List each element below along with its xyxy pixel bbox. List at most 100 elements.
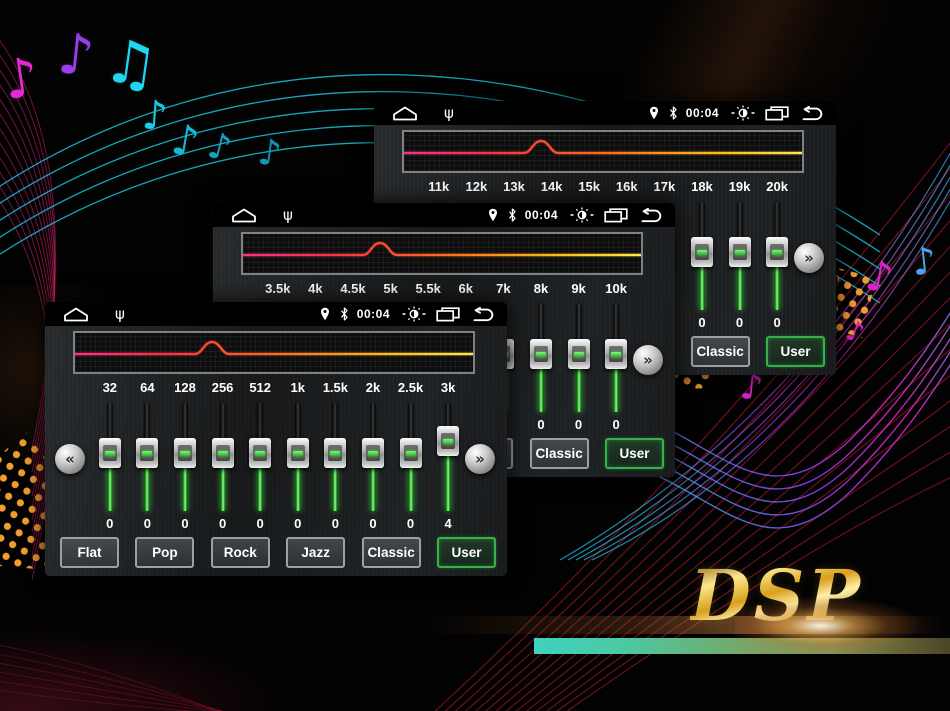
slider-thumb-indicator — [611, 351, 622, 357]
slider-thumb[interactable] — [361, 438, 384, 468]
slider-thumb[interactable] — [211, 438, 234, 468]
eq-slider-19k[interactable] — [721, 200, 759, 312]
home-icon[interactable] — [63, 307, 89, 322]
status-bar: ψ 00:04 — [213, 203, 675, 227]
next-band-button[interactable]: » — [465, 444, 495, 474]
slider-thumb[interactable] — [437, 426, 460, 456]
slider-thumb-indicator — [443, 438, 454, 444]
recent-apps-icon[interactable] — [436, 306, 460, 322]
eq-slider-1.5k[interactable] — [317, 401, 355, 513]
freq-label: 3k — [440, 380, 456, 395]
slider-thumb[interactable] — [98, 438, 121, 468]
location-icon — [649, 106, 659, 120]
eq-slider-10k[interactable] — [597, 302, 635, 414]
slider-thumb[interactable] — [286, 438, 309, 468]
slider-track-green — [699, 263, 705, 310]
back-icon[interactable] — [799, 105, 826, 121]
freq-label: 5.5k — [415, 281, 441, 296]
brightness-icon[interactable] — [402, 306, 426, 322]
gain-value: 0 — [574, 417, 583, 432]
eq-slider-8k[interactable] — [522, 302, 560, 414]
eq-slider-2.5k[interactable] — [392, 401, 430, 513]
slider-thumb[interactable] — [567, 339, 590, 369]
freq-label: 18k — [691, 179, 713, 194]
eq-slider-20k[interactable] — [758, 200, 796, 312]
eq-slider-2k[interactable] — [354, 401, 392, 513]
back-icon[interactable] — [638, 207, 665, 223]
slider-thumb[interactable] — [399, 438, 422, 468]
freq-label: 32 — [102, 380, 118, 395]
slider-thumb-indicator — [217, 450, 228, 456]
preset-classic-button[interactable]: Classic — [690, 336, 750, 367]
brightness-icon[interactable] — [731, 105, 755, 121]
slider-thumb-indicator — [179, 450, 190, 456]
slider-thumb-indicator — [772, 249, 783, 255]
freq-label: 10k — [605, 281, 627, 296]
home-icon[interactable] — [231, 208, 257, 223]
slider-thumb[interactable] — [728, 237, 751, 267]
status-icons: 00:04 — [639, 101, 826, 125]
preset-pop-button[interactable]: Pop — [135, 537, 195, 568]
freq-label: 16k — [615, 179, 638, 194]
slider-thumb[interactable] — [173, 438, 196, 468]
slider-thumb[interactable] — [324, 438, 347, 468]
slider-thumb[interactable] — [136, 438, 159, 468]
eq-curve-display — [73, 331, 475, 374]
slider-track-green — [613, 365, 619, 412]
recent-apps-icon[interactable] — [604, 207, 628, 223]
slider-thumb-indicator — [696, 249, 707, 255]
eq-slider-64[interactable] — [129, 401, 167, 513]
eq-slider-18k[interactable] — [683, 200, 721, 312]
gain-value: 0 — [735, 315, 744, 330]
eq-slider-128[interactable] — [166, 401, 204, 513]
slider-thumb[interactable] — [766, 237, 789, 267]
orange-dot-cluster-right — [836, 268, 876, 338]
freq-label: 17k — [653, 179, 676, 194]
eq-slider-9k[interactable] — [560, 302, 598, 414]
preset-user-button[interactable]: User — [605, 438, 664, 469]
frequency-labels: 11k 12k 13k 14k 15k 16k 17k 18k 19k 20k — [420, 179, 796, 194]
freq-label: 2k — [365, 380, 381, 395]
recent-apps-icon[interactable] — [765, 105, 789, 121]
preset-classic-button[interactable]: Classic — [361, 537, 421, 568]
preset-classic-button[interactable]: Classic — [529, 438, 589, 469]
back-icon[interactable] — [470, 306, 497, 322]
slider-track-green — [182, 464, 188, 511]
eq-slider-3k[interactable] — [429, 401, 467, 513]
preset-flat-button[interactable]: Flat — [60, 537, 119, 568]
eq-curve-display — [402, 130, 804, 173]
freq-label: 20k — [766, 179, 788, 194]
usb-icon: ψ — [444, 103, 454, 122]
next-band-button[interactable]: » — [794, 243, 824, 273]
prev-band-button[interactable]: « — [55, 444, 85, 474]
preset-jazz-button[interactable]: Jazz — [286, 537, 346, 568]
freq-label: 15k — [578, 179, 601, 194]
gain-value: 0 — [773, 315, 781, 330]
brightness-icon[interactable] — [570, 207, 594, 223]
slider-track-green — [144, 464, 150, 511]
preset-rock-button[interactable]: Rock — [210, 537, 270, 568]
slider-track-green — [576, 365, 582, 412]
eq-slider-512[interactable] — [241, 401, 279, 513]
slider-track-green — [220, 464, 226, 511]
eq-slider-256[interactable] — [204, 401, 242, 513]
slider-thumb[interactable] — [605, 339, 628, 369]
eq-slider-1k[interactable] — [279, 401, 317, 513]
home-icon[interactable] — [392, 106, 418, 121]
slider-thumb[interactable] — [249, 438, 272, 468]
eq-sliders — [91, 401, 467, 513]
freq-label: 9k — [571, 281, 586, 296]
gain-value: 0 — [698, 315, 706, 330]
slider-thumb[interactable] — [529, 339, 552, 369]
usb-icon: ψ — [115, 304, 125, 323]
frequency-labels: 32 64 128 256 512 1k 1.5k 2k 2.5k 3k — [91, 380, 467, 395]
status-icons: 00:04 — [478, 203, 665, 227]
slider-track-green — [107, 464, 113, 511]
next-band-button[interactable]: » — [633, 345, 663, 375]
slider-thumb[interactable] — [690, 237, 713, 267]
preset-user-button[interactable]: User — [437, 537, 496, 568]
freq-label: 14k — [540, 179, 563, 194]
freq-label: 1.5k — [322, 380, 349, 395]
eq-slider-32[interactable] — [91, 401, 129, 513]
preset-user-button[interactable]: User — [766, 336, 825, 367]
